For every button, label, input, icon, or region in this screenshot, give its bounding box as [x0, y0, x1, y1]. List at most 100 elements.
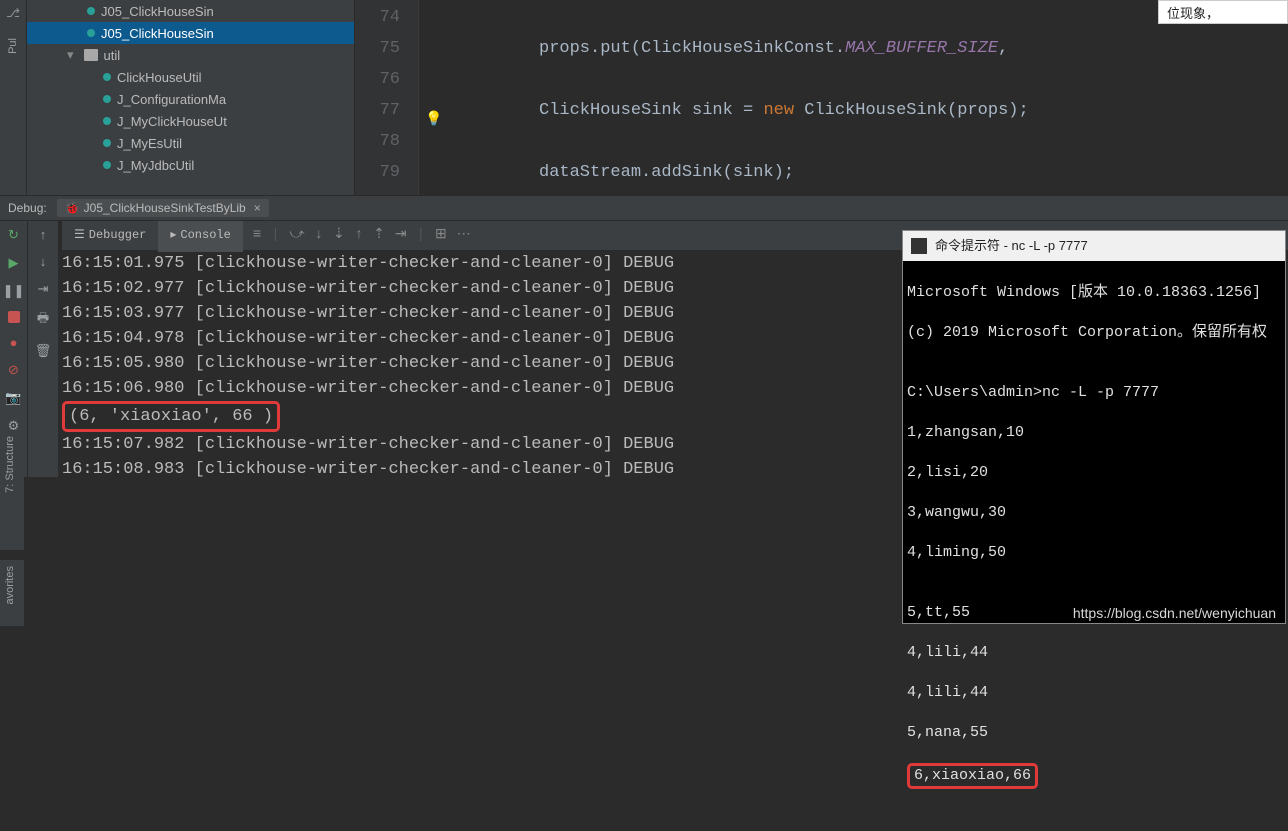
- pause-icon[interactable]: ❚❚: [3, 283, 25, 299]
- tree-item[interactable]: util: [27, 44, 354, 66]
- force-step-into-icon[interactable]: ⇣: [333, 223, 345, 248]
- step-toolbar: ≡ | ⤻ ↓ ⇣ ↑ ⇡ ⇥ | ⊞ ⋯: [243, 223, 481, 248]
- cmd-line: 4,lili,44: [907, 683, 1281, 703]
- tree-item[interactable]: J_MyJdbcUtil: [27, 154, 354, 176]
- project-tree[interactable]: J05_ClickHouseSin J05_ClickHouseSinutil Cl…: [27, 0, 355, 195]
- tree-item-label: J05_ClickHouseSin: [101, 4, 214, 19]
- clear-icon[interactable]: 🗑: [35, 343, 52, 359]
- code-editor[interactable]: 747576777879 💡 props.put(ClickHouseSinkC…: [355, 0, 1288, 195]
- rerun-icon[interactable]: ↻: [8, 227, 19, 243]
- tab-debugger[interactable]: ☰Debugger: [62, 221, 158, 252]
- debug-tab-label: J05_ClickHouseSinkTestByLib: [84, 201, 246, 215]
- line-number: 78: [355, 126, 400, 157]
- intention-bulb-icon[interactable]: 💡: [425, 110, 442, 127]
- code-token: ClickHouseSink sink =: [539, 101, 763, 120]
- line-number: 76: [355, 64, 400, 95]
- close-icon[interactable]: ×: [254, 201, 261, 215]
- tree-item-label: J_MyJdbcUtil: [117, 158, 194, 173]
- tree-item[interactable]: J_MyEsUtil: [27, 132, 354, 154]
- run-to-cursor-icon[interactable]: ⇥: [395, 223, 407, 248]
- cmd-line: 1,zhangsan,10: [907, 423, 1281, 443]
- camera-icon[interactable]: 📷: [5, 390, 21, 406]
- cmd-icon: [911, 238, 927, 254]
- editor-tooltip: 位现象，: [1158, 0, 1288, 24]
- step-out-icon[interactable]: ↑: [355, 223, 363, 248]
- tab-label: Debugger: [89, 223, 147, 248]
- highlighted-log-line: (6, 'xiaoxiao', 66 ): [62, 401, 280, 432]
- code-token: dataStream.addSink(sink);: [539, 163, 794, 182]
- tree-item[interactable]: ClickHouseUtil: [27, 66, 354, 88]
- class-icon: [87, 29, 95, 37]
- class-icon: [87, 7, 95, 15]
- folder-icon: [84, 49, 98, 61]
- step-list-icon[interactable]: ≡: [253, 223, 261, 248]
- structure-tool-tab[interactable]: 7: Structure: [0, 430, 24, 550]
- mute-breakpoints-icon[interactable]: ⊘: [8, 362, 19, 378]
- line-number: 79: [355, 157, 400, 188]
- class-icon: [103, 139, 111, 147]
- line-number: 77: [355, 95, 400, 126]
- class-icon: [103, 117, 111, 125]
- favorites-label: avorites: [0, 560, 20, 611]
- class-icon: [103, 73, 111, 81]
- branch-icon[interactable]: ⎇: [6, 6, 20, 20]
- step-over-icon[interactable]: ⤻: [290, 223, 305, 248]
- line-gutter: 747576777879: [355, 0, 419, 195]
- cmd-line: C:\Users\admin>nc -L -p 7777: [907, 383, 1281, 403]
- tree-item-label: J_MyClickHouseUt: [117, 114, 227, 129]
- cmd-line: 3,wangwu,30: [907, 503, 1281, 523]
- cmd-line: (c) 2019 Microsoft Corporation。保留所有权: [907, 323, 1281, 343]
- cmd-line: Microsoft Windows [版本 10.0.18363.1256]: [907, 283, 1281, 303]
- step-into-icon[interactable]: ↓: [315, 223, 323, 248]
- watermark: https://blog.csdn.net/wenyichuan: [1073, 605, 1276, 621]
- class-icon: [103, 95, 111, 103]
- code-constant: MAX_BUFFER_SIZE: [845, 39, 998, 58]
- pull-tab-label[interactable]: Pul: [7, 38, 19, 54]
- print-icon[interactable]: 🖶: [37, 309, 49, 331]
- cmd-body[interactable]: Microsoft Windows [版本 10.0.18363.1256] (…: [903, 261, 1285, 831]
- code-token: ClickHouseSink(props);: [794, 101, 1029, 120]
- resume-icon[interactable]: ▶: [9, 255, 19, 271]
- trace-icon[interactable]: ⋯: [457, 223, 471, 248]
- code-keyword: new: [763, 101, 794, 120]
- cmd-line: 5,nana,55: [907, 723, 1281, 743]
- tree-item[interactable]: J05_ClickHouseSin: [27, 22, 354, 44]
- tree-item[interactable]: J_MyClickHouseUt: [27, 110, 354, 132]
- console-icon: ▸: [170, 223, 176, 248]
- bug-icon: 🐞: [65, 201, 80, 215]
- cmd-line: 4,liming,50: [907, 543, 1281, 563]
- stop-icon[interactable]: [8, 311, 20, 323]
- line-number: 74: [355, 2, 400, 33]
- code-token: props.put(ClickHouseSinkConst.: [539, 39, 845, 58]
- cmd-title-text: 命令提示符 - nc -L -p 7777: [935, 236, 1088, 256]
- soft-wrap-icon[interactable]: ⇥: [38, 281, 49, 297]
- debugger-icon: ☰: [74, 223, 85, 248]
- cmd-window[interactable]: 命令提示符 - nc -L -p 7777 Microsoft Windows …: [902, 230, 1286, 624]
- cmd-highlighted-line: 6,xiaoxiao,66: [907, 763, 1038, 789]
- drop-frame-icon[interactable]: ⇡: [373, 223, 385, 248]
- favorites-tool-tab[interactable]: avorites: [0, 560, 24, 626]
- line-number: 75: [355, 33, 400, 64]
- class-icon: [103, 161, 111, 169]
- cmd-line: 4,lili,44: [907, 643, 1281, 663]
- tree-item[interactable]: J05_ClickHouseSin: [27, 0, 354, 22]
- tree-item-label: J05_ClickHouseSin: [101, 26, 214, 41]
- tab-console[interactable]: ▸Console: [158, 221, 242, 252]
- tab-label: Console: [180, 223, 230, 248]
- breakpoint-icon[interactable]: ●: [10, 335, 18, 350]
- scroll-down-icon[interactable]: ↓: [40, 254, 47, 269]
- evaluate-icon[interactable]: ⊞: [435, 223, 447, 248]
- tree-item-label: util: [104, 48, 121, 63]
- cmd-titlebar[interactable]: 命令提示符 - nc -L -p 7777: [903, 231, 1285, 261]
- code-token: ,: [998, 39, 1008, 58]
- tree-item-label: J_ConfigurationMa: [117, 92, 226, 107]
- tree-item[interactable]: J_ConfigurationMa: [27, 88, 354, 110]
- tree-item-label: J_MyEsUtil: [117, 136, 182, 151]
- structure-label: 7: Structure: [0, 430, 20, 499]
- debug-session-tab[interactable]: 🐞 J05_ClickHouseSinkTestByLib ×: [57, 199, 269, 217]
- scroll-up-icon[interactable]: ↑: [40, 227, 47, 242]
- code-area[interactable]: props.put(ClickHouseSinkConst.MAX_BUFFER…: [419, 0, 1288, 195]
- debug-label: Debug:: [8, 201, 47, 215]
- left-tool-strip: ⎇ Pul: [0, 0, 27, 195]
- tree-item-label: ClickHouseUtil: [117, 70, 202, 85]
